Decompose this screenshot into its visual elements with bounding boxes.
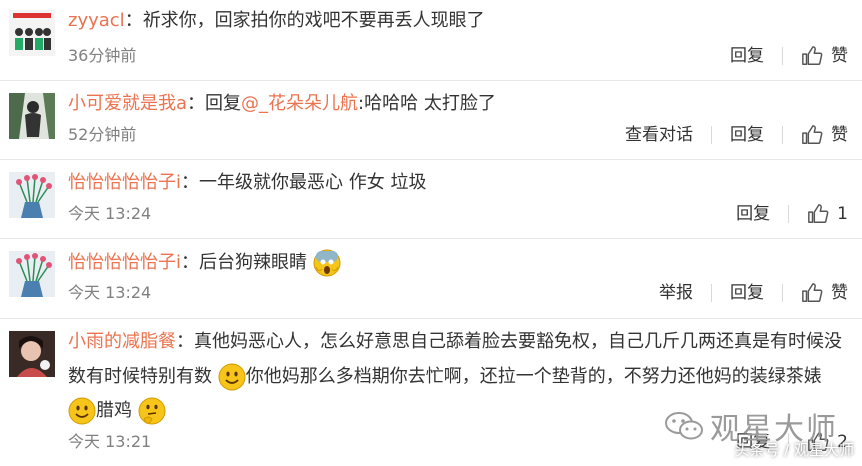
username-link[interactable]: 小雨的减脂餐 xyxy=(68,331,176,352)
like-button[interactable]: 赞 xyxy=(801,281,848,305)
avatar[interactable] xyxy=(9,172,55,218)
like-count: 1 xyxy=(837,204,848,224)
action-divider xyxy=(711,126,712,144)
thumbs-up-icon xyxy=(802,46,823,65)
like-label: 赞 xyxy=(831,125,848,145)
divider xyxy=(0,80,862,81)
reply-button[interactable]: 回复 xyxy=(736,202,770,226)
username-link[interactable]: 怡怡怡怡怡子i xyxy=(68,252,181,273)
like-label: 赞 xyxy=(831,46,848,66)
colon: ： xyxy=(176,331,194,352)
colon: ： xyxy=(124,10,143,31)
divider xyxy=(0,318,862,319)
comment-text-line: 数有时候特别有数 你他妈那么多档期你去忙啊，还拉一个垫背的，不努力还他妈的装绿茶… xyxy=(68,363,822,391)
action-divider xyxy=(782,47,783,65)
comment-text: 祈求你，回家拍你的戏吧不要再丢人现眼了 xyxy=(142,10,485,31)
colon: ： xyxy=(181,252,200,273)
footer-watermark: 头条号 / 观星大师 xyxy=(734,441,854,459)
comment-text: 数有时候特别有数 xyxy=(68,366,212,387)
thumbs-up-icon xyxy=(808,204,829,223)
like-button[interactable]: 赞 xyxy=(801,123,848,147)
comment-text: 你他妈那么多档期你去忙啊，还拉一个垫背的，不努力还他妈的装绿茶婊 xyxy=(245,366,822,387)
username-link[interactable]: 小可爱就是我a xyxy=(68,93,187,114)
comment-actions: 举报 回复 赞 xyxy=(641,281,848,305)
action-divider xyxy=(782,126,783,144)
comment-actions: 回复 1 xyxy=(718,202,848,226)
avatar[interactable] xyxy=(9,93,55,139)
timestamp: 今天 13:24 xyxy=(68,283,152,302)
thumbs-up-icon xyxy=(802,283,823,302)
username-link[interactable]: zyyacl xyxy=(68,10,125,31)
reply-button[interactable]: 回复 xyxy=(730,281,764,305)
avatar[interactable] xyxy=(9,251,55,297)
mention-link[interactable]: @_花朵朵儿航 xyxy=(241,93,358,114)
comment-actions: 查看对话 回复 赞 xyxy=(607,123,848,147)
like-button[interactable]: 赞 xyxy=(801,44,848,68)
timestamp: 52分钟前 xyxy=(68,125,137,144)
reply-button[interactable]: 回复 xyxy=(730,44,764,68)
comment-text-line: 怡怡怡怡怡子i：一年级就你最恶心 作女 垃圾 xyxy=(68,170,426,196)
thinking-emoji-icon xyxy=(138,397,166,425)
reply-button[interactable]: 回复 xyxy=(730,123,764,147)
divider xyxy=(0,159,862,160)
action-divider xyxy=(711,284,712,302)
timestamp: 今天 13:24 xyxy=(68,204,152,223)
timestamp: 36分钟前 xyxy=(68,46,137,65)
smile-emoji-icon xyxy=(68,397,96,425)
report-button[interactable]: 举报 xyxy=(659,281,693,305)
avatar[interactable] xyxy=(9,10,55,56)
like-label: 赞 xyxy=(831,283,848,303)
comment-actions: 回复 赞 xyxy=(712,44,848,68)
comment-text: 腊鸡 xyxy=(96,400,132,421)
like-button[interactable]: 1 xyxy=(807,202,848,226)
comment-text-line: 腊鸡 xyxy=(68,397,166,425)
wechat-logo-icon xyxy=(665,412,703,440)
avatar[interactable] xyxy=(9,331,55,377)
smile-emoji-icon xyxy=(218,363,246,391)
comment-text: 真他妈恶心人，怎么好意思自己舔着脸去要豁免权，自己几斤几两还真是有时候没 xyxy=(194,331,842,352)
comment-text-line: 怡怡怡怡怡子i：后台狗辣眼睛 xyxy=(68,249,341,277)
comment-text: 一年级就你最恶心 作女 垃圾 xyxy=(199,172,427,193)
comment-text: :哈哈哈 太打脸了 xyxy=(358,93,496,114)
action-divider xyxy=(788,205,790,223)
colon: ： xyxy=(181,172,200,193)
view-conversation-button[interactable]: 查看对话 xyxy=(625,123,693,147)
reply-prefix: 回复 xyxy=(205,93,242,114)
comment-text-line: zyyacl：祈求你，回家拍你的戏吧不要再丢人现眼了 xyxy=(68,8,485,34)
scream-emoji-icon xyxy=(313,249,341,277)
colon: ： xyxy=(187,93,206,114)
comment-text: 后台狗辣眼睛 xyxy=(199,252,308,273)
comment-text-line: 小雨的减脂餐：真他妈恶心人，怎么好意思自己舔着脸去要豁免权，自己几斤几两还真是有… xyxy=(68,329,842,355)
thumbs-up-icon xyxy=(802,125,823,144)
timestamp: 今天 13:21 xyxy=(68,432,152,451)
action-divider xyxy=(782,284,783,302)
username-link[interactable]: 怡怡怡怡怡子i xyxy=(68,172,181,193)
divider xyxy=(0,238,862,239)
comment-text-line: 小可爱就是我a：回复@_花朵朵儿航:哈哈哈 太打脸了 xyxy=(68,91,496,117)
